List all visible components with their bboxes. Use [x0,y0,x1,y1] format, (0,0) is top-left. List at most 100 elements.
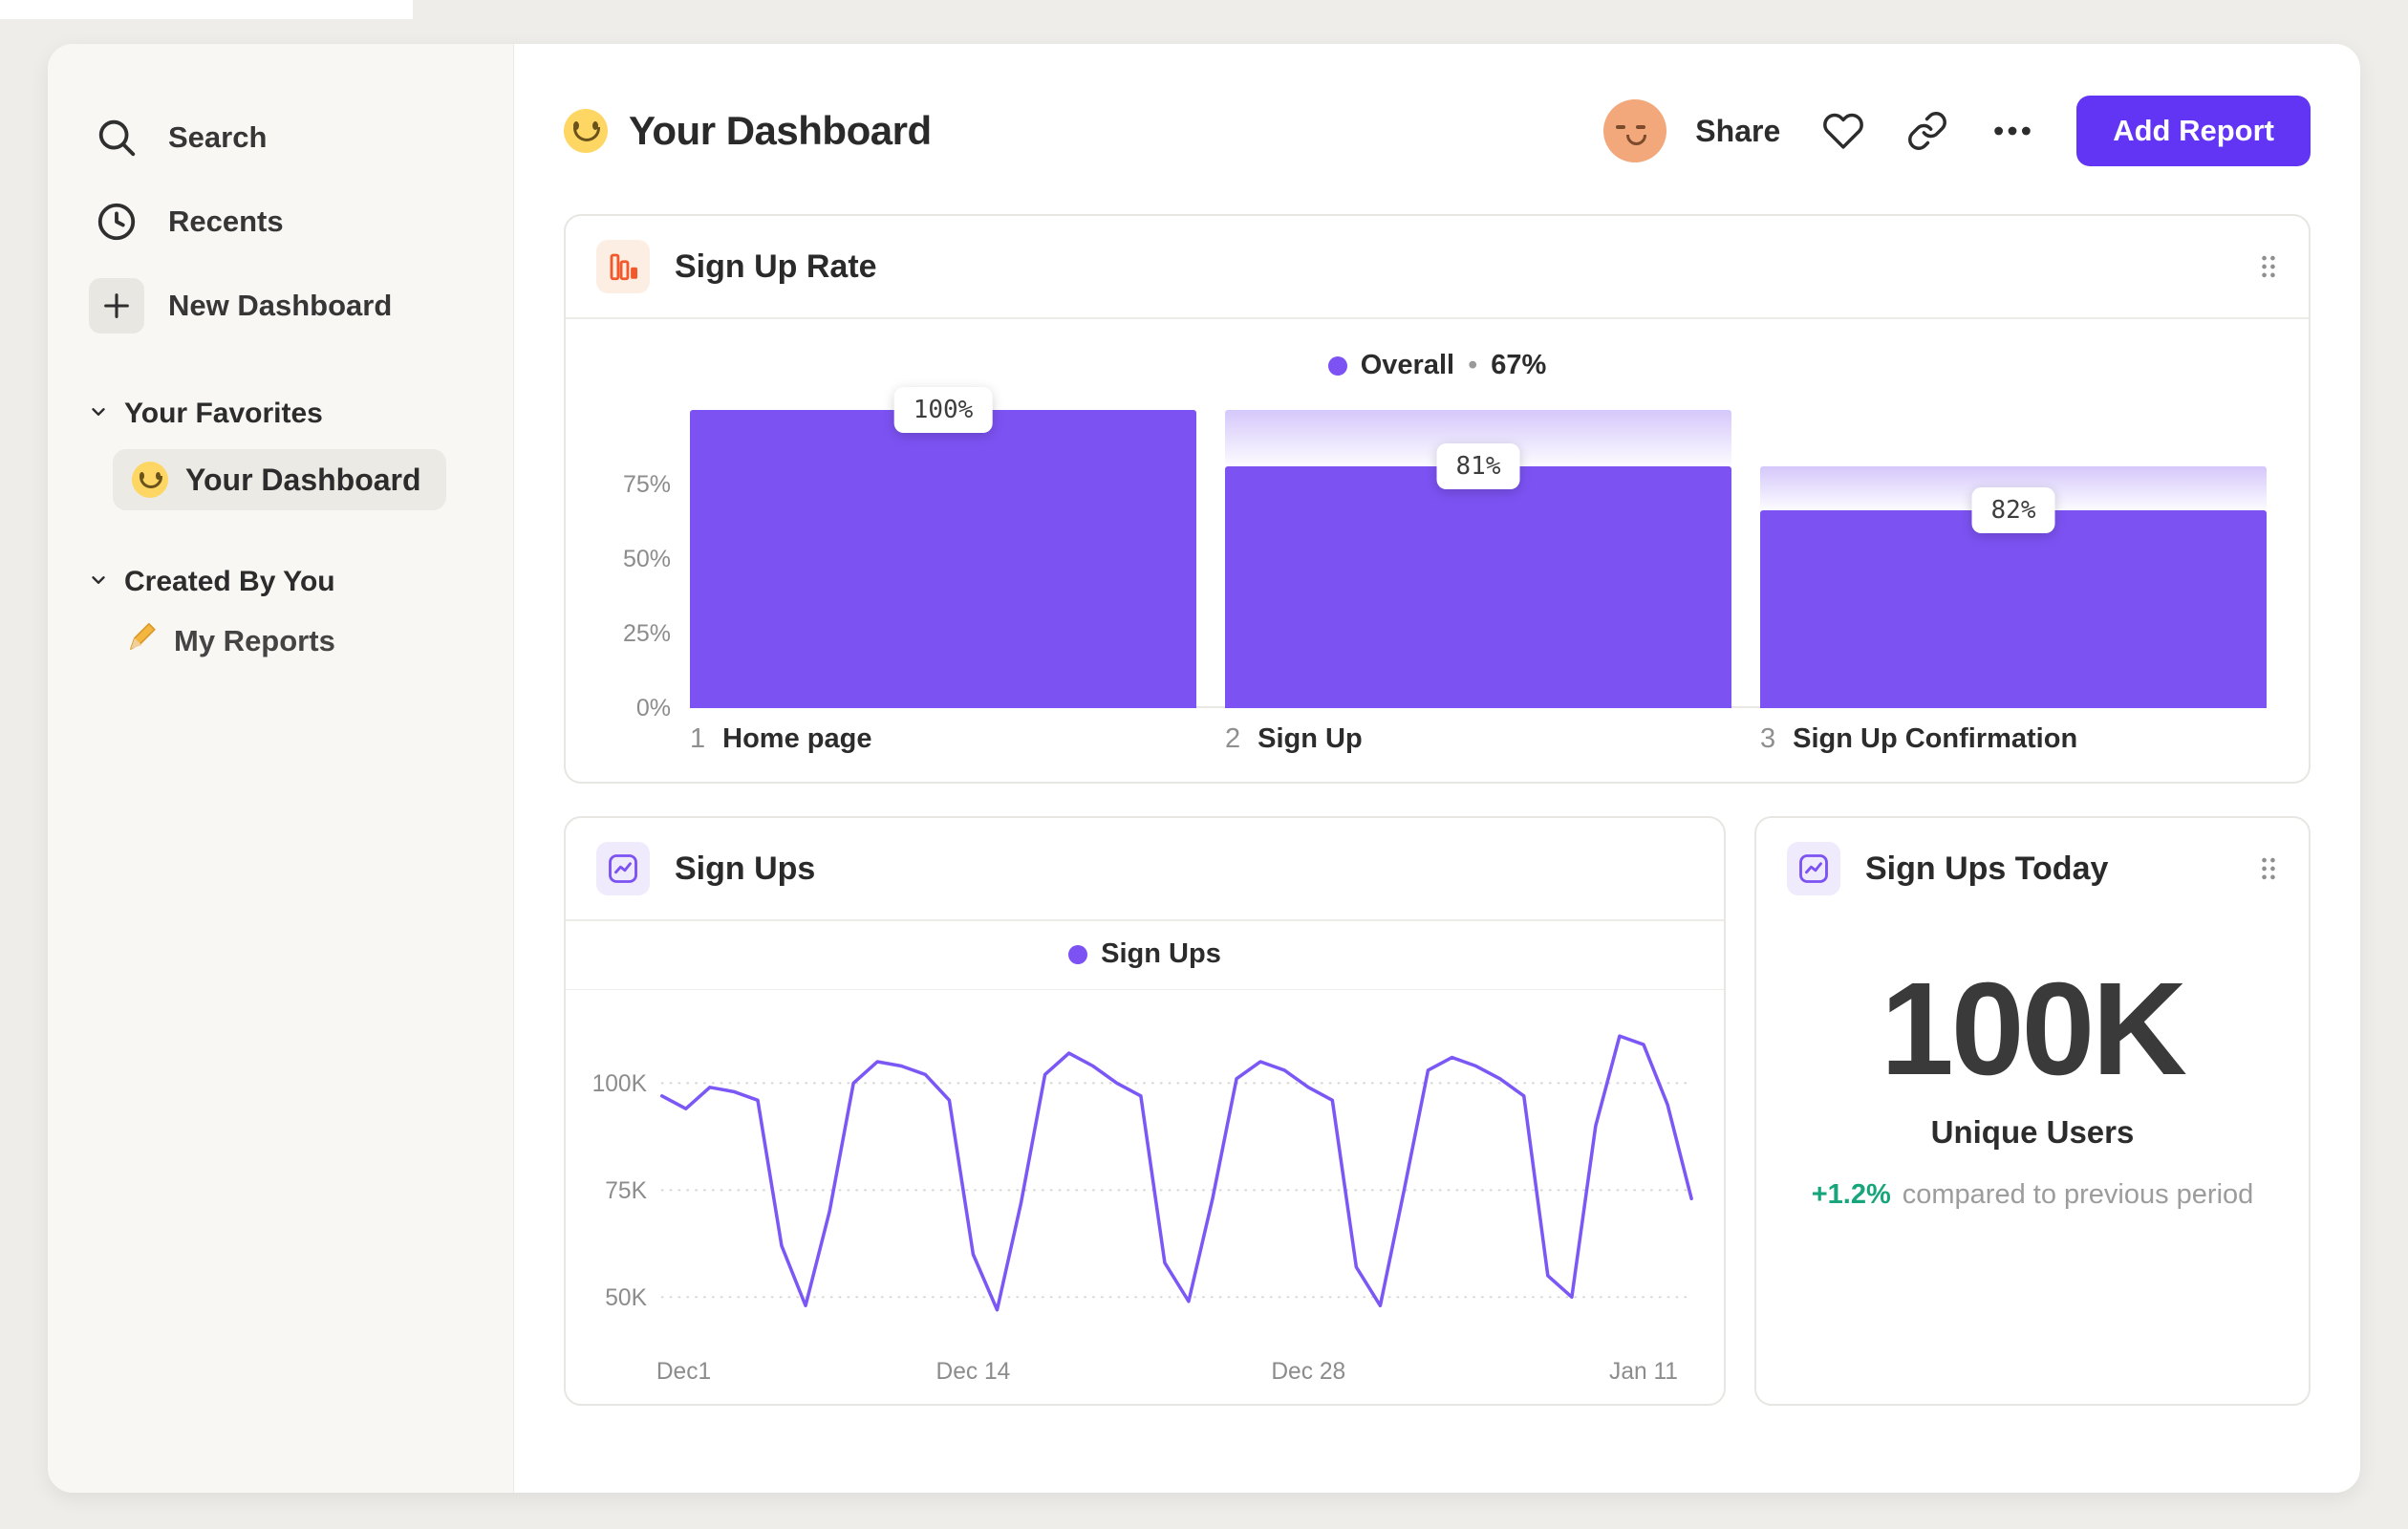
funnel-y-axis: 75% 50% 25% 0% [608,410,671,721]
legend-value: 67% [1491,350,1547,380]
plus-tile [88,277,145,334]
funnel-legend: Overall • 67% [608,334,2267,410]
svg-text:Dec 14: Dec 14 [936,1359,1011,1385]
svg-text:50K: 50K [605,1285,647,1311]
share-button[interactable]: Share [1695,114,1780,149]
funnel-bar-fill [1225,466,1731,708]
line-chart-area: 100K 75K 50K Dec1 Dec 14 Dec 28 Jan 11 [566,990,1724,1404]
legend-separator: • [1468,350,1478,380]
user-avatar[interactable] [1603,99,1667,162]
sign-up-rate-card: Sign Up Rate Overall • 67% 75% 50% 25% 0% 1… [564,214,2311,784]
svg-text:100K: 100K [592,1071,648,1097]
line-legend: Sign Ups [566,921,1724,990]
sign-ups-line-chart[interactable]: 100K 75K 50K Dec1 Dec 14 Dec 28 Jan 11 [591,1000,1699,1387]
sidebar-item-label: New Dashboard [168,289,393,322]
bottom-cards-row: Sign Ups Sign Ups 100K 75K 50K Dec1 Dec 14 De… [564,816,2311,1407]
card-header: Sign Up Rate [566,216,2309,319]
legend-series-name: Sign Ups [1101,938,1221,969]
kpi-label: Unique Users [1930,1114,2135,1150]
smiley-emoji [132,462,168,498]
sign-ups-today-card: Sign Ups Today 100K Unique Users +1.2% c… [1754,816,2311,1407]
header-actions: Share Add Report [1603,96,2311,166]
funnel-step-label: 2 Sign Up [1225,723,1731,755]
funnel-step-labels: 1 Home page 2 Sign Up 3 Sign Up Confirmation [608,723,2267,755]
drag-handle-icon[interactable] [2259,252,2278,281]
sign-ups-card: Sign Ups Sign Ups 100K 75K 50K Dec1 Dec 14 De… [564,816,1726,1407]
sidebar-item-label: Your Dashboard [185,462,421,497]
created-by-you-section-header[interactable]: Created By You [88,566,484,598]
step-name: Sign Up [1258,723,1363,754]
y-axis-label: 75% [622,471,671,498]
legend-series-name: Overall [1360,350,1455,380]
search-icon [88,109,145,166]
sidebar: Search Recents New Dashboard Your Favori… [48,44,514,1493]
funnel-step-label: 1 Home page [690,723,1196,755]
funnel-chart-icon [596,240,650,293]
created-by-you-section: Created By You My Reports [88,566,484,661]
kpi-value: 100K [1881,956,2187,1103]
svg-text:Dec1: Dec1 [656,1359,711,1385]
sidebar-item-label: My Reports [174,624,335,657]
favorites-section-header[interactable]: Your Favorites [88,398,484,430]
avatar-share-group: Share [1603,99,1780,162]
sidebar-item-label: Recents [168,205,284,238]
chevron-down-icon [88,566,109,598]
legend-dot-icon [1068,944,1088,964]
funnel-plot: 75% 50% 25% 0% 100% 81% 82% [608,387,2267,721]
funnel-bar[interactable]: 81% [1225,410,1731,708]
funnel-step-label: 3 Sign Up Confirmation [1760,723,2267,755]
dashboard-header: Your Dashboard Share Add Report [564,96,2311,166]
conversion-value-label: 100% [893,387,993,433]
line-chart-icon [596,842,650,895]
sidebar-item-new-dashboard[interactable]: New Dashboard [88,269,484,342]
step-number: 2 [1225,723,1241,754]
card-title: Sign Ups Today [1865,850,2109,887]
funnel-bar[interactable]: 100% [690,387,1196,708]
y-axis-label: 50% [622,546,671,572]
more-options-button[interactable] [1990,109,2034,153]
card-title: Sign Ups [675,850,816,887]
kpi-delta-row: +1.2% compared to previous period [1812,1179,2254,1211]
funnel-bars: 100% 81% 82% [690,387,2267,708]
svg-text:75K: 75K [605,1178,647,1204]
conversion-value-label: 82% [1971,486,2055,533]
sidebar-item-recents[interactable]: Recents [88,185,484,258]
card-title: Sign Up Rate [675,248,877,285]
funnel-bar-fill [1760,509,2267,708]
card-header: Sign Ups [566,818,1724,921]
favorite-heart-button[interactable] [1822,110,1864,152]
browser-chrome-remnant [0,0,413,19]
main-content: Your Dashboard Share Add Report Sign Up … [514,44,2360,1493]
add-report-button[interactable]: Add Report [2076,96,2311,166]
sidebar-item-label: Search [168,120,268,154]
step-name: Home page [722,723,872,754]
line-chart-icon [1787,842,1840,895]
plus-icon [89,278,144,334]
step-number: 3 [1760,723,1776,754]
legend-dot-icon [1327,355,1347,376]
pencil-icon [126,621,159,661]
favorites-section: Your Favorites Your Dashboard [88,398,484,510]
title-group: Your Dashboard [564,108,932,154]
clock-icon [88,193,145,250]
section-title: Created By You [124,566,335,597]
section-title: Your Favorites [124,398,323,429]
svg-text:Dec 28: Dec 28 [1271,1359,1345,1385]
sidebar-item-search[interactable]: Search [88,101,484,174]
conversion-value-label: 81% [1436,443,1520,490]
funnel-bar-fill [690,410,1196,708]
funnel-chart-area: Overall • 67% 75% 50% 25% 0% 100% 81% 82% 1 Ho… [566,319,2309,782]
sidebar-item-my-reports[interactable]: My Reports [126,621,335,661]
card-header: Sign Ups Today [1756,818,2309,919]
sidebar-item-your-dashboard[interactable]: Your Dashboard [113,449,446,510]
app-window: Search Recents New Dashboard Your Favori… [48,44,2360,1493]
kpi-delta-value: +1.2% [1811,1179,1891,1210]
copy-link-button[interactable] [1906,110,1948,152]
y-axis-label: 0% [635,695,671,721]
svg-text:Jan 11: Jan 11 [1609,1359,1678,1385]
y-axis-label: 25% [622,620,671,647]
drag-handle-icon[interactable] [2259,854,2278,883]
step-number: 1 [690,723,706,754]
funnel-bar[interactable]: 82% [1760,410,2267,708]
kpi-delta-description: compared to previous period [1902,1179,2254,1210]
